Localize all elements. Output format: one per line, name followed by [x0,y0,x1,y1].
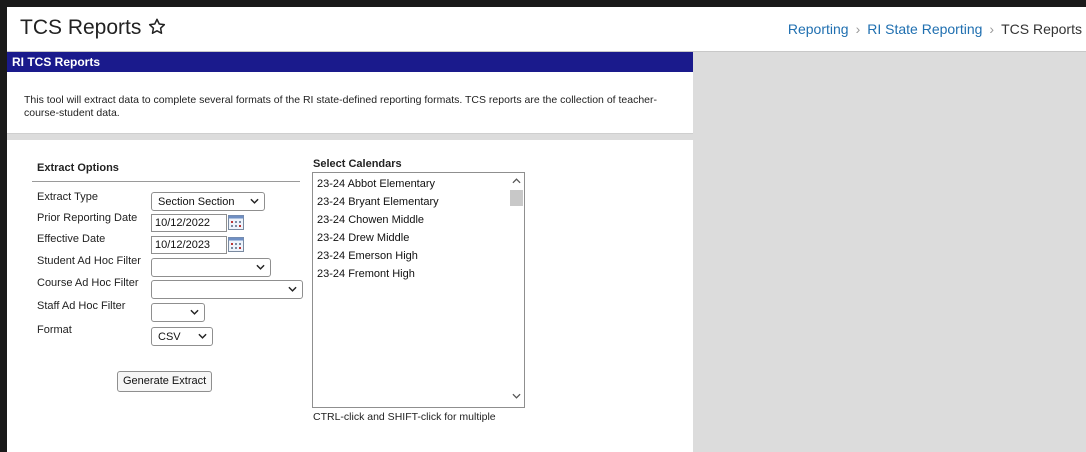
course-filter-label: Course Ad Hoc Filter [37,277,139,289]
student-filter-select[interactable] [151,258,271,277]
description-box: This tool will extract data to complete … [7,72,693,134]
staff-filter-select[interactable] [151,303,205,322]
extract-options-divider [32,181,300,182]
staff-filter-label: Staff Ad Hoc Filter [37,300,126,312]
list-item[interactable]: 23-24 Drew Middle [317,232,409,244]
effective-date-input[interactable]: 10/12/2023 [151,236,227,254]
list-item[interactable]: 23-24 Abbot Elementary [317,178,435,190]
extract-type-value: Section Section [158,196,235,208]
multi-select-hint: CTRL-click and SHIFT-click for multiple [313,411,496,423]
page-title: TCS Reports [20,16,142,39]
prior-reporting-date-input[interactable]: 10/12/2022 [151,214,227,232]
app-frame: TCS Reports Reporting › RI State Reporting… [7,7,1086,452]
breadcrumb-reporting[interactable]: Reporting [788,21,849,37]
star-icon[interactable] [147,17,167,37]
format-value: CSV [158,331,181,343]
breadcrumb-separator-icon: › [989,21,995,37]
list-item[interactable]: 23-24 Bryant Elementary [317,196,439,208]
list-item[interactable]: 23-24 Emerson High [317,250,418,262]
extract-options-title: Extract Options [37,162,119,174]
breadcrumb: Reporting › RI State Reporting › TCS Reports [788,21,1082,37]
format-select[interactable]: CSV [151,327,213,346]
section-header: RI TCS Reports [7,52,693,72]
chevron-down-icon [190,309,199,315]
select-calendars-title: Select Calendars [313,158,402,170]
course-filter-select[interactable] [151,280,303,299]
calendar-listbox[interactable]: 23-24 Abbot Elementary 23-24 Bryant Elem… [312,172,525,408]
breadcrumb-separator-icon: › [855,21,861,37]
format-label: Format [37,324,72,336]
list-item[interactable]: 23-24 Chowen Middle [317,214,424,226]
prior-reporting-date-label: Prior Reporting Date [37,212,138,224]
extract-type-label: Extract Type [37,191,98,203]
extract-type-select[interactable]: Section Section [151,192,265,211]
chevron-down-icon [198,333,207,339]
report-panel: RI TCS Reports This tool will extract da… [7,52,693,452]
breadcrumb-ri-state-reporting[interactable]: RI State Reporting [867,21,982,37]
calendar-icon[interactable] [228,215,244,230]
breadcrumb-current: TCS Reports [1001,21,1082,37]
chevron-down-icon [288,286,297,292]
chevron-down-icon [250,198,259,204]
divider-band [7,134,693,140]
description-text: This tool will extract data to complete … [24,94,658,119]
student-filter-label: Student Ad Hoc Filter [37,255,141,267]
scroll-up-icon[interactable] [512,178,521,184]
effective-date-label: Effective Date [37,233,106,245]
chevron-down-icon [256,264,265,270]
list-item[interactable]: 23-24 Fremont High [317,268,415,280]
top-bar: TCS Reports Reporting › RI State Reporting… [7,7,1086,52]
listbox-scrollbar[interactable] [509,173,524,407]
scroll-thumb[interactable] [510,190,523,206]
calendar-icon[interactable] [228,237,244,252]
generate-extract-button[interactable]: Generate Extract [117,371,213,392]
scroll-down-icon[interactable] [512,393,521,399]
